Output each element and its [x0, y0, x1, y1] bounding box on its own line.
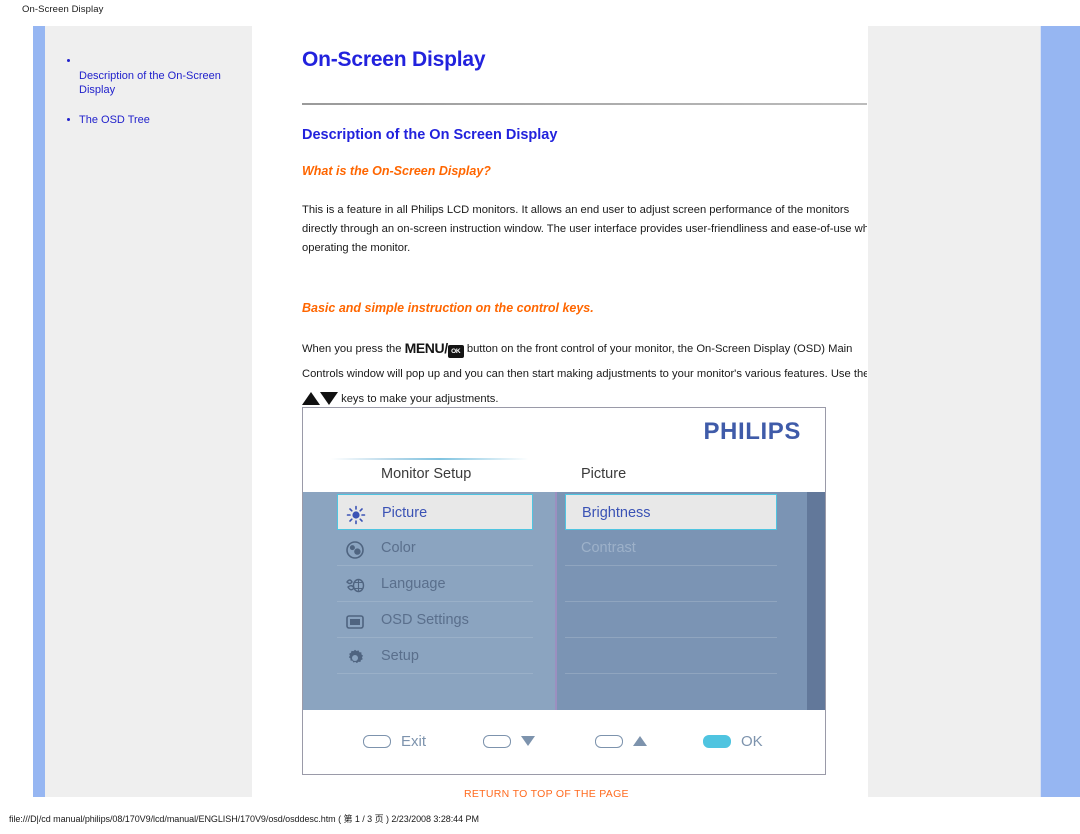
- arrow-up-icon: [302, 392, 320, 405]
- osd-header-picture: Picture: [581, 466, 627, 482]
- osd-monitor-icon: [345, 610, 365, 630]
- sidebar-nav-panel: Description of the On-Screen Display The…: [45, 26, 252, 797]
- language-icon: [345, 574, 365, 594]
- osd-menu-item-color[interactable]: Color: [337, 530, 533, 566]
- osd-submenu-item-empty-1[interactable]: [565, 566, 777, 602]
- philips-logo: PHILIPS: [703, 418, 801, 445]
- osd-submenu-item-empty-3[interactable]: [565, 638, 777, 674]
- paragraph-control-keys: When you press the MENU/OK button on the…: [302, 336, 882, 412]
- sidebar-item-osd-tree[interactable]: The OSD Tree: [67, 113, 257, 127]
- osd-header-monitor-setup: Monitor Setup: [381, 466, 472, 482]
- osd-column-headers: Monitor Setup Picture: [303, 466, 825, 492]
- page-frame: Description of the On-Screen Display The…: [33, 26, 1080, 800]
- osd-menu-item-label: Setup: [381, 648, 419, 664]
- bullet-icon: [67, 118, 70, 121]
- arrow-down-icon: [320, 392, 338, 405]
- button-pill-icon: [363, 734, 391, 748]
- osd-screenshot-figure: PHILIPS Monitor Setup Picture Picture Co…: [302, 407, 826, 775]
- section-title: Description of the On Screen Display: [302, 127, 558, 143]
- sidebar-item-label: The OSD Tree: [79, 114, 150, 126]
- bullet-icon: [67, 59, 70, 62]
- paragraph-control-keys-part-a: When you press the: [302, 343, 402, 355]
- menu-button-glyph: MENU: [404, 340, 445, 356]
- main-content: On-Screen Display Description of the On …: [252, 26, 883, 800]
- osd-button-up[interactable]: [595, 732, 657, 750]
- left-accent-rail: [33, 26, 45, 797]
- osd-button-label: Exit: [401, 732, 427, 750]
- osd-far-right-column: [807, 492, 825, 710]
- title-divider: [302, 103, 883, 105]
- arrow-up-icon: [633, 736, 647, 746]
- paragraph-control-keys-part-c: keys to make your adjustments.: [341, 393, 499, 405]
- osd-submenu-item-label: Contrast: [581, 540, 636, 556]
- right-grey-panel: [867, 26, 1041, 797]
- arrow-down-icon: [521, 736, 535, 746]
- osd-button-down[interactable]: [483, 732, 545, 750]
- osd-menu-item-label: Picture: [382, 505, 428, 521]
- osd-submenu-item-brightness[interactable]: Brightness: [565, 494, 777, 530]
- osd-menu-item-label: OSD Settings: [381, 612, 469, 628]
- page-title: On-Screen Display: [302, 48, 486, 71]
- sidebar-nav-list: Description of the On-Screen Display The…: [67, 59, 257, 143]
- osd-menu-item-setup[interactable]: Setup: [337, 638, 533, 674]
- osd-submenu-item-empty-2[interactable]: [565, 602, 777, 638]
- osd-menu-item-label: Language: [381, 576, 446, 592]
- osd-header-area: PHILIPS Monitor Setup Picture: [303, 408, 825, 492]
- button-pill-icon: [483, 734, 511, 748]
- paragraph-what-is-osd: This is a feature in all Philips LCD mon…: [302, 204, 882, 254]
- sidebar-item-label: Description of the On-Screen Display: [79, 70, 221, 96]
- subsection-title-control-keys: Basic and simple instruction on the cont…: [302, 301, 594, 315]
- osd-menu-body: Picture Color Language OSD Settings Setu…: [303, 492, 825, 710]
- subsection-title-what-is-osd: What is the On-Screen Display?: [302, 164, 491, 178]
- button-pill-icon-active: [703, 734, 731, 748]
- color-wheel-icon: [345, 538, 365, 559]
- osd-menu-item-osd-settings[interactable]: OSD Settings: [337, 602, 533, 638]
- osd-footer-bar: Exit OK: [303, 710, 825, 774]
- osd-menu-item-picture[interactable]: Picture: [337, 494, 533, 530]
- sidebar-item-description-of-osd[interactable]: Description of the On-Screen Display: [67, 59, 257, 97]
- osd-submenu-item-contrast[interactable]: Contrast: [565, 530, 777, 566]
- osd-header-divider: [331, 458, 825, 460]
- gear-icon: [345, 646, 365, 666]
- osd-button-exit[interactable]: Exit: [363, 732, 426, 750]
- print-header-title: On-Screen Display: [22, 4, 104, 15]
- osd-menu-item-language[interactable]: Language: [337, 566, 533, 602]
- button-pill-icon: [595, 734, 623, 748]
- ok-button-icon: OK: [447, 345, 464, 358]
- right-accent-rail: [1041, 26, 1080, 797]
- brightness-icon: [346, 503, 366, 525]
- osd-submenu-item-label: Brightness: [582, 505, 651, 521]
- print-footer-path: file:///D|/cd manual/philips/08/170V9/lc…: [9, 814, 479, 824]
- return-to-top-link[interactable]: RETURN TO TOP OF THE PAGE: [464, 788, 629, 800]
- osd-button-label: OK: [741, 732, 763, 750]
- osd-button-ok[interactable]: OK: [703, 732, 763, 750]
- osd-menu-item-label: Color: [381, 540, 416, 556]
